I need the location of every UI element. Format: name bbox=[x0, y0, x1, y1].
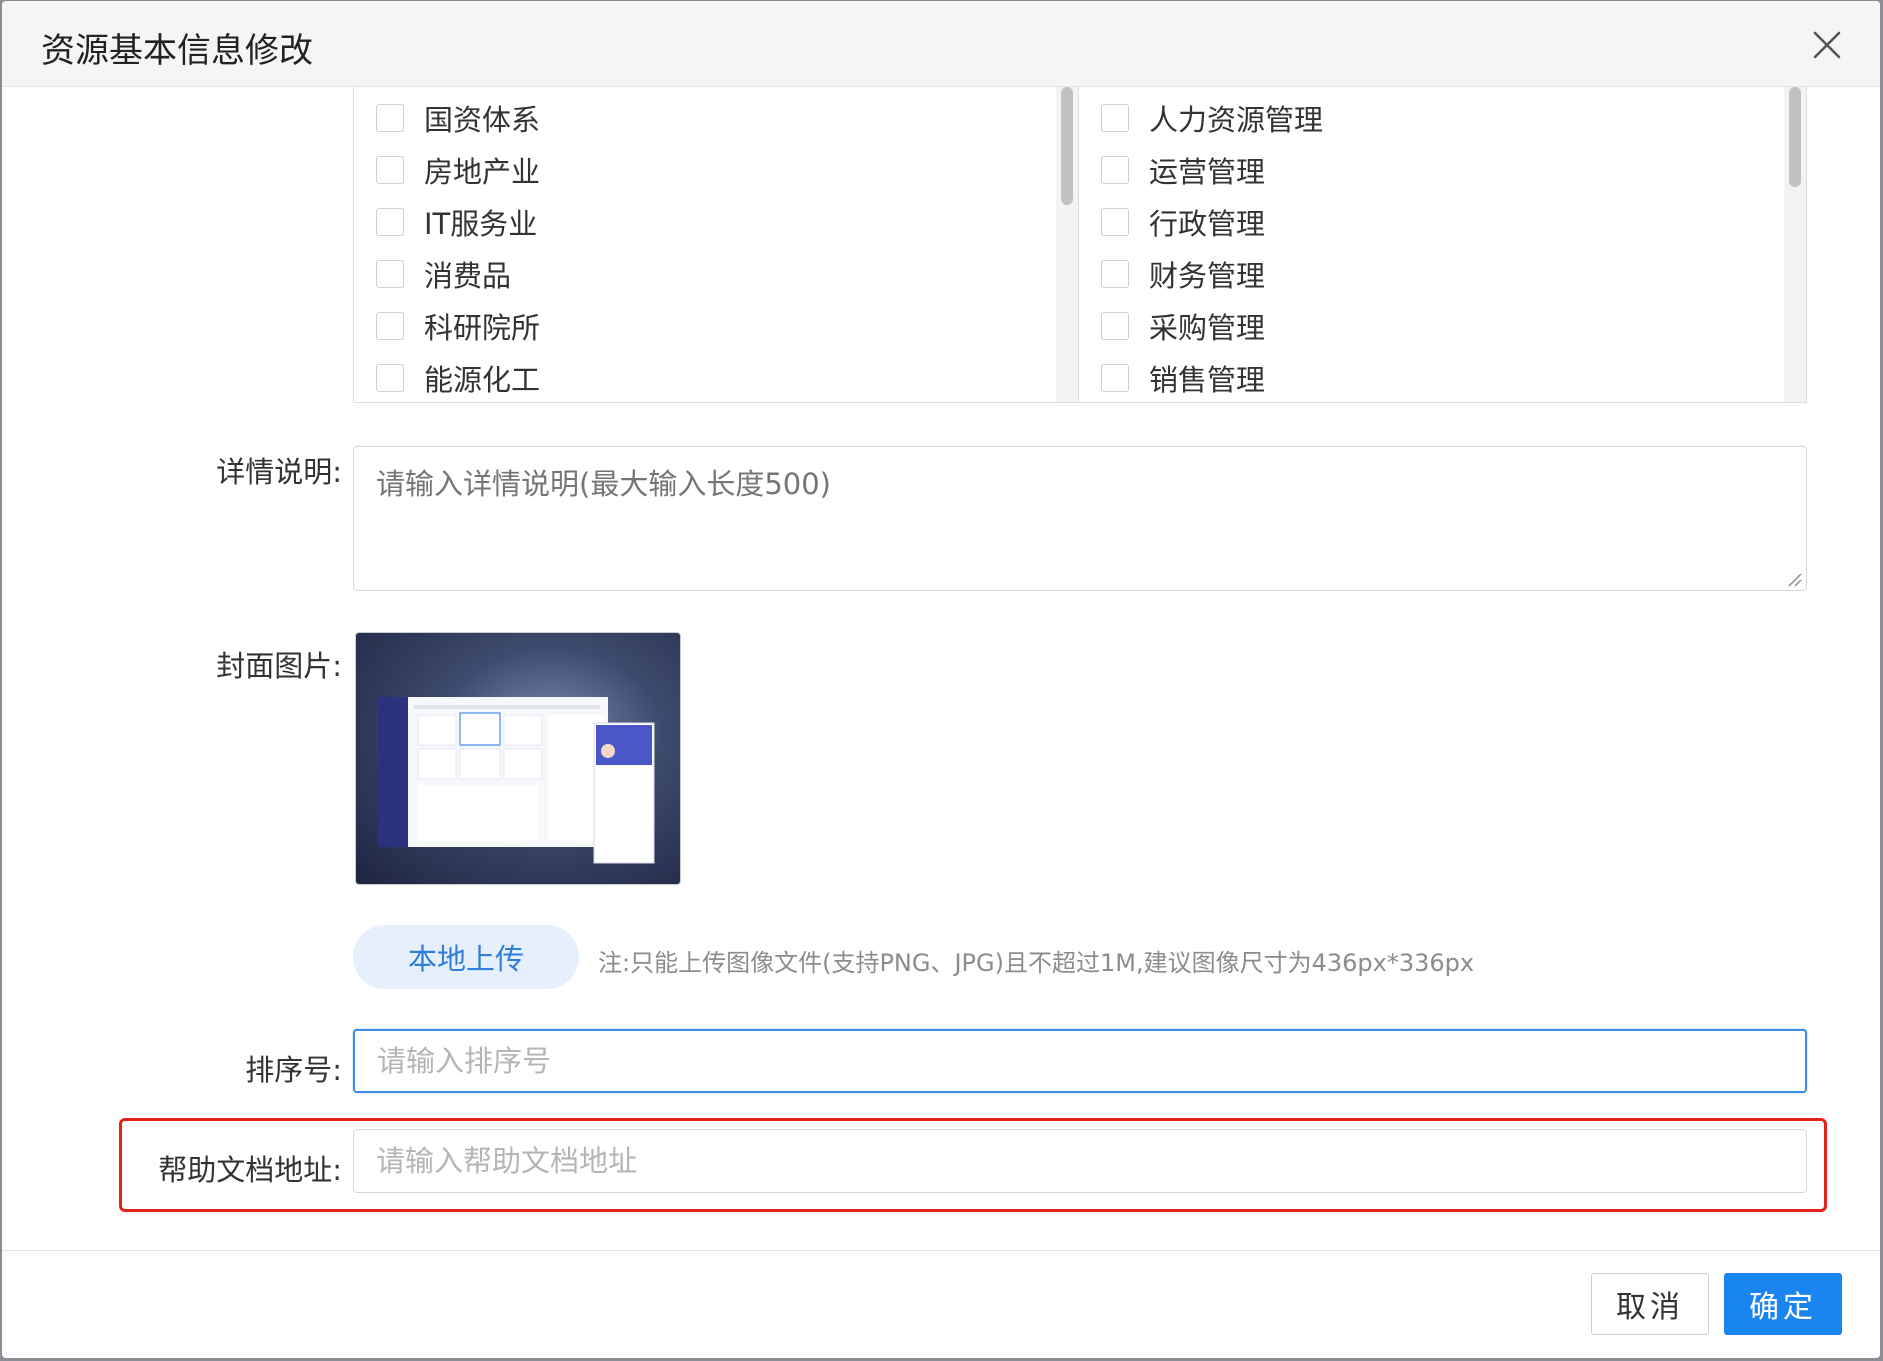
help-doc-url-input[interactable] bbox=[353, 1129, 1807, 1193]
checkbox[interactable] bbox=[1101, 364, 1129, 392]
function-checkbox-label: 运营管理 bbox=[1149, 155, 1266, 189]
industry-checkbox-label: 消费品 bbox=[424, 259, 512, 293]
industry-checkbox-label: 科研院所 bbox=[424, 311, 541, 345]
function-list-scrollbar[interactable] bbox=[1784, 87, 1806, 402]
confirm-button[interactable]: 确定 bbox=[1724, 1273, 1842, 1335]
industry-checkbox-item[interactable]: 国资体系 bbox=[376, 98, 540, 138]
sort-number-input[interactable] bbox=[353, 1029, 1807, 1093]
edit-resource-dialog: 资源基本信息修改 国资体系房地产业 IT服务业消费品科研院所能源化工 人力资源管理… bbox=[2, 1, 1880, 1358]
checkbox[interactable] bbox=[376, 364, 404, 392]
function-checkbox-label: 财务管理 bbox=[1149, 259, 1266, 293]
function-checkbox-label: 采购管理 bbox=[1149, 311, 1266, 345]
industry-list-scrollbar[interactable] bbox=[1056, 87, 1078, 402]
function-checkbox-label: 人力资源管理 bbox=[1149, 103, 1324, 137]
checkbox[interactable] bbox=[1101, 260, 1129, 288]
detail-label: 详情说明: bbox=[216, 455, 342, 489]
function-checkbox-item[interactable]: 销售管理 bbox=[1101, 358, 1265, 398]
function-checkbox-item[interactable]: 人力资源管理 bbox=[1101, 98, 1323, 138]
function-checkbox-label: 行政管理 bbox=[1149, 207, 1266, 241]
cover-image bbox=[355, 632, 681, 885]
function-checkbox-item[interactable]: 财务管理 bbox=[1101, 254, 1265, 294]
checkbox[interactable] bbox=[1101, 104, 1129, 132]
industry-checkbox-list[interactable]: 国资体系房地产业 IT服务业消费品科研院所能源化工 bbox=[353, 87, 1079, 403]
function-checkbox-item[interactable]: 采购管理 bbox=[1101, 306, 1265, 346]
help-doc-label: 帮助文档地址: bbox=[158, 1153, 342, 1187]
close-icon[interactable] bbox=[1807, 25, 1847, 65]
industry-checkbox-label: IT服务业 bbox=[424, 207, 538, 241]
dialog-body: 国资体系房地产业 IT服务业消费品科研院所能源化工 人力资源管理 运营管理行政管理财… bbox=[2, 87, 1880, 1250]
checkbox[interactable] bbox=[376, 260, 404, 288]
checkbox[interactable] bbox=[376, 312, 404, 340]
industry-checkbox-item[interactable]: 能源化工 bbox=[376, 358, 540, 398]
function-checkbox-item[interactable]: 行政管理 bbox=[1101, 202, 1265, 242]
checkbox[interactable] bbox=[1101, 156, 1129, 184]
industry-checkbox-item[interactable]: 房地产业 bbox=[376, 150, 540, 190]
upload-note: 注:只能上传图像文件(支持PNG、JPG)且不超过1M,建议图像尺寸为436px… bbox=[598, 949, 1475, 977]
industry-checkbox-item[interactable]: 科研院所 bbox=[376, 306, 540, 346]
dialog-footer: 取消 确定 bbox=[2, 1250, 1880, 1358]
resize-grip-icon[interactable] bbox=[1786, 571, 1802, 587]
industry-checkbox-item[interactable]: IT服务业 bbox=[376, 202, 537, 242]
checkbox[interactable] bbox=[376, 156, 404, 184]
local-upload-button[interactable]: 本地上传 bbox=[353, 925, 579, 989]
function-list-scroll-thumb[interactable] bbox=[1789, 87, 1801, 187]
function-checkbox-item[interactable]: 运营管理 bbox=[1101, 150, 1265, 190]
dialog-scrollbar[interactable] bbox=[1862, 87, 1880, 1250]
checkbox[interactable] bbox=[1101, 208, 1129, 236]
cancel-button[interactable]: 取消 bbox=[1591, 1273, 1709, 1335]
function-checkbox-label: 销售管理 bbox=[1149, 363, 1266, 397]
industry-checkbox-item[interactable]: 消费品 bbox=[376, 254, 511, 294]
checkbox[interactable] bbox=[376, 104, 404, 132]
checkbox[interactable] bbox=[1101, 312, 1129, 340]
detail-textarea[interactable] bbox=[353, 446, 1807, 591]
checkbox[interactable] bbox=[376, 208, 404, 236]
industry-checkbox-label: 国资体系 bbox=[424, 103, 541, 137]
function-checkbox-list[interactable]: 人力资源管理 运营管理行政管理财务管理采购管理销售管理 bbox=[1078, 87, 1807, 403]
industry-list-scroll-thumb[interactable] bbox=[1061, 87, 1073, 205]
cover-label: 封面图片: bbox=[216, 649, 342, 683]
industry-checkbox-label: 能源化工 bbox=[424, 363, 541, 397]
dialog-header: 资源基本信息修改 bbox=[2, 1, 1880, 87]
sort-label: 排序号: bbox=[245, 1053, 342, 1087]
dialog-title: 资源基本信息修改 bbox=[41, 31, 313, 71]
industry-checkbox-label: 房地产业 bbox=[424, 155, 541, 189]
